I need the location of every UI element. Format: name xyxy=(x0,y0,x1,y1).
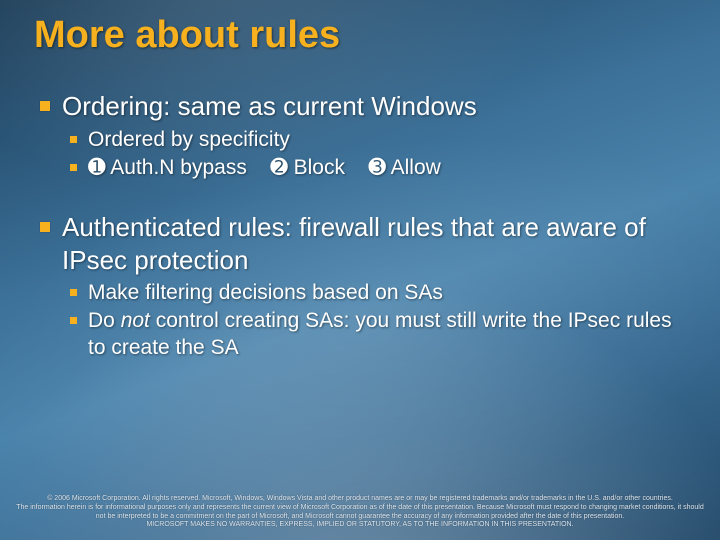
slide-title: More about rules xyxy=(34,14,340,57)
spacer xyxy=(38,183,690,211)
priority-allow: ➌ Allow xyxy=(368,156,440,179)
slide-body: Ordering: same as current Windows Ordere… xyxy=(38,90,690,363)
bullet-filtering-sas: Make filtering decisions based on SAs xyxy=(68,280,690,306)
bullet-ordered-by-specificity: Ordered by specificity xyxy=(68,127,690,153)
footer-line-2: The information herein is for informatio… xyxy=(14,504,706,522)
priority-block: ➋ Block xyxy=(270,156,345,179)
footer-line-3: MICROSOFT MAKES NO WARRANTIES, EXPRESS, … xyxy=(14,521,706,530)
footer-line-1: © 2006 Microsoft Corporation. All rights… xyxy=(14,495,706,504)
text-em-not: not xyxy=(121,309,150,332)
text-post: control creating SAs: you must still wri… xyxy=(88,309,672,358)
bullet-not-control-sas: Do not control creating SAs: you must st… xyxy=(68,308,690,361)
bullet-priority-order: ➊ Auth.N bypass ➋ Block ➌ Allow xyxy=(68,155,690,181)
slide: More about rules Ordering: same as curre… xyxy=(0,0,720,540)
legal-footer: © 2006 Microsoft Corporation. All rights… xyxy=(14,495,706,530)
text-pre: Do xyxy=(88,309,121,332)
bullet-authenticated-rules: Authenticated rules: firewall rules that… xyxy=(38,211,690,276)
bullet-ordering: Ordering: same as current Windows xyxy=(38,90,690,123)
priority-authn-bypass: ➊ Auth.N bypass xyxy=(88,156,247,179)
